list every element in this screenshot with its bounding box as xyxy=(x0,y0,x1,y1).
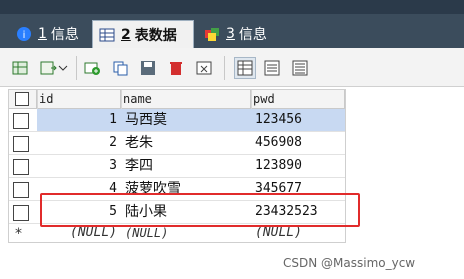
tab-label: 表数据 xyxy=(134,28,177,44)
column-header-name[interactable]: name xyxy=(121,90,251,108)
save-icon[interactable] xyxy=(138,58,158,78)
toolbar-separator xyxy=(224,56,225,80)
tab-number: 2 xyxy=(121,27,131,43)
cell-pwd[interactable]: 123890 xyxy=(251,155,345,177)
cell-pwd[interactable]: 456908 xyxy=(251,132,345,154)
text-view-icon[interactable] xyxy=(290,58,310,78)
refresh-icon[interactable] xyxy=(194,58,214,78)
tab-number: 1 xyxy=(38,26,47,42)
toolbar-separator xyxy=(76,56,77,80)
new-row-marker: * xyxy=(15,226,22,242)
table-row[interactable]: 2 老朱 456908 xyxy=(9,132,345,155)
row-checkbox[interactable] xyxy=(13,136,29,152)
delete-icon[interactable] xyxy=(166,58,186,78)
cell-id[interactable]: 1 xyxy=(37,109,121,131)
row-checkbox[interactable] xyxy=(13,182,29,198)
tab-info-1[interactable]: i 1 信息 xyxy=(10,20,79,48)
cell-name[interactable]: 老朱 xyxy=(121,132,251,154)
cell-id[interactable]: 2 xyxy=(37,132,121,154)
red-highlight-box xyxy=(40,193,360,227)
info-icon: i xyxy=(16,26,32,42)
toolbar xyxy=(0,48,464,87)
row-checkbox[interactable] xyxy=(13,159,29,175)
select-all-cell[interactable] xyxy=(9,90,37,108)
grid-header: id name pwd xyxy=(9,90,345,109)
chevron-down-icon[interactable] xyxy=(58,58,68,78)
tab-info-3[interactable]: 3 信息 xyxy=(198,20,267,48)
table-row[interactable]: 3 李四 123890 xyxy=(9,155,345,178)
table-icon xyxy=(99,27,115,43)
checkbox-icon[interactable] xyxy=(15,92,29,106)
svg-text:i: i xyxy=(23,30,26,41)
tab-number: 3 xyxy=(226,26,235,42)
row-checkbox[interactable] xyxy=(13,113,29,129)
tab-label: 信息 xyxy=(50,27,79,43)
add-row-icon[interactable] xyxy=(82,58,102,78)
window-top-bar xyxy=(0,0,464,14)
table-row[interactable]: 1 马西莫 123456 xyxy=(9,109,345,132)
tab-table-data[interactable]: 2 表数据 xyxy=(92,20,194,49)
column-header-id[interactable]: id xyxy=(37,90,121,108)
row-checkbox[interactable] xyxy=(13,205,29,221)
cell-name[interactable]: 马西莫 xyxy=(121,109,251,131)
grid-export-icon[interactable] xyxy=(10,58,30,78)
import-dropdown-icon[interactable] xyxy=(38,58,58,78)
tab-strip: i 1 信息 2 表数据 3 信息 xyxy=(0,14,464,49)
cell-pwd[interactable]: 123456 xyxy=(251,109,345,131)
duplicate-row-icon[interactable] xyxy=(110,58,130,78)
grid-view-icon[interactable] xyxy=(234,57,256,79)
cell-name[interactable]: 李四 xyxy=(121,155,251,177)
tab-label: 信息 xyxy=(238,27,267,43)
column-header-pwd[interactable]: pwd xyxy=(251,90,345,108)
tags-icon xyxy=(204,26,220,42)
form-view-icon[interactable] xyxy=(262,58,282,78)
watermark-text: CSDN @Massimo_ycw xyxy=(283,256,416,270)
cell-id[interactable]: 3 xyxy=(37,155,121,177)
